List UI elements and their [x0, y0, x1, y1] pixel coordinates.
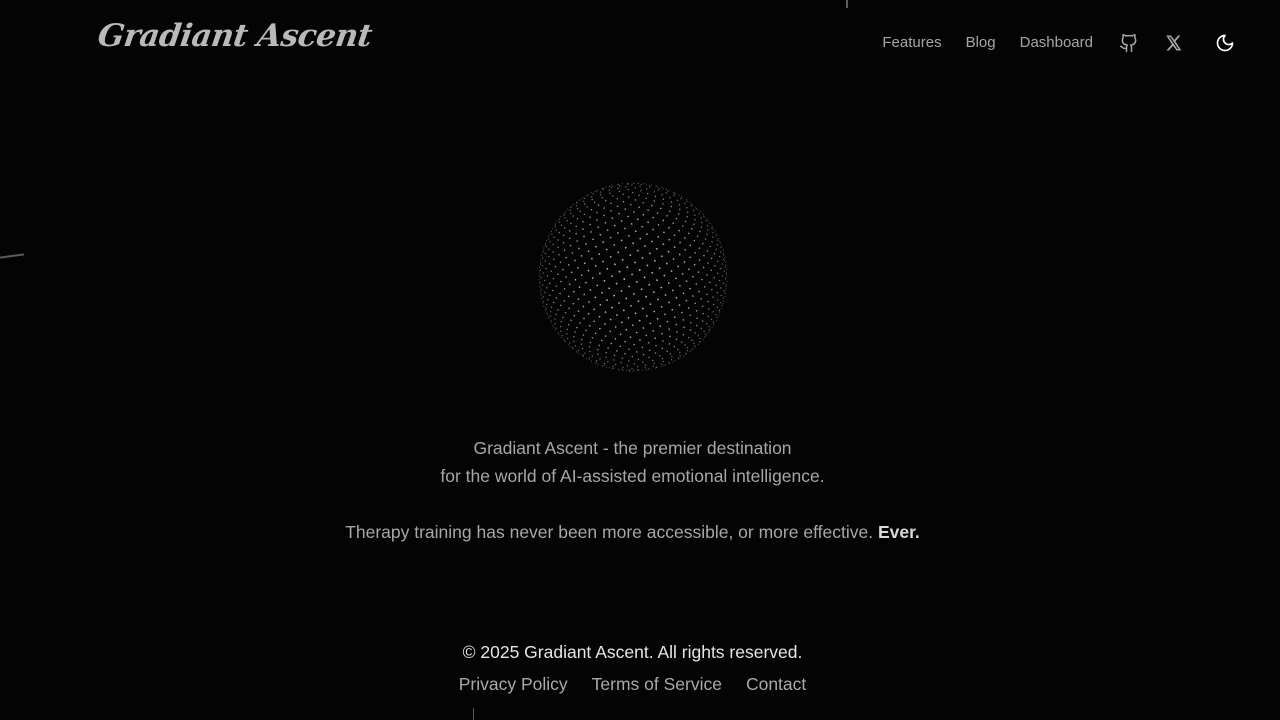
logo[interactable]: Gradiant Ascent [95, 18, 374, 54]
hero-line-3: Therapy training has never been more acc… [345, 522, 874, 542]
decorative-streak [473, 708, 474, 720]
footer: © 2025 Gradiant Ascent. All rights reser… [0, 638, 1265, 698]
hero-line-2: for the world of AI-assisted emotional i… [440, 466, 825, 486]
main-nav: Features Blog Dashboard [882, 30, 1236, 56]
nav-link-dashboard[interactable]: Dashboard [1020, 30, 1093, 56]
decorative-streak [0, 253, 25, 259]
hero-line-1: Gradiant Ascent - the premier destinatio… [473, 438, 792, 458]
terms-of-service-link[interactable]: Terms of Service [592, 670, 722, 698]
contact-link[interactable]: Contact [746, 670, 806, 698]
hero-tagline: Therapy training has never been more acc… [0, 518, 1265, 546]
decorative-streak [846, 0, 848, 8]
x-icon[interactable] [1162, 32, 1184, 54]
nav-link-features[interactable]: Features [882, 30, 941, 56]
nav-link-blog[interactable]: Blog [966, 30, 996, 56]
hero-text: Gradiant Ascent - the premier destinatio… [0, 434, 1265, 546]
dotted-sphere-graphic [538, 182, 728, 372]
footer-links: Privacy Policy Terms of Service Contact [0, 670, 1265, 698]
copyright-text: © 2025 Gradiant Ascent. All rights reser… [462, 642, 803, 662]
moon-icon[interactable] [1214, 32, 1236, 54]
github-icon[interactable] [1118, 32, 1140, 54]
privacy-policy-link[interactable]: Privacy Policy [459, 670, 568, 698]
page: Gradiant Ascent Features Blog Dashboard … [0, 0, 1280, 720]
hero-emphasis: Ever. [877, 522, 920, 542]
